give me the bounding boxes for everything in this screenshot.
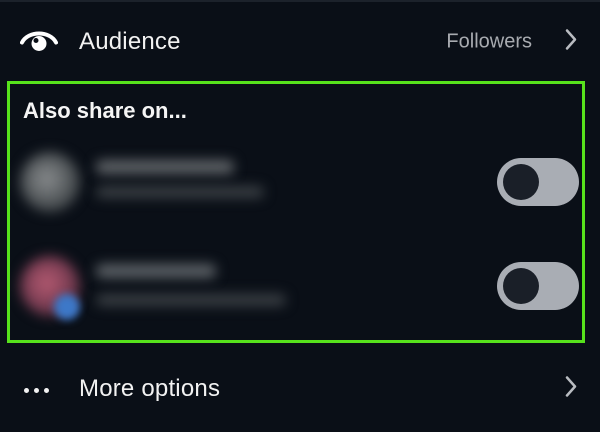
share-toggle[interactable] bbox=[497, 158, 579, 206]
account-name-blurred bbox=[96, 264, 216, 278]
top-divider bbox=[0, 0, 600, 2]
share-account-row[interactable] bbox=[10, 142, 582, 222]
more-options-row[interactable]: More options bbox=[0, 359, 600, 419]
account-badge bbox=[54, 294, 80, 320]
chevron-right-icon bbox=[564, 375, 578, 404]
account-name-blurred bbox=[96, 160, 234, 174]
audience-label: Audience bbox=[79, 28, 181, 55]
audience-row[interactable]: Audience Followers bbox=[0, 12, 600, 72]
toggle-knob bbox=[503, 164, 539, 200]
eye-icon bbox=[20, 25, 58, 60]
account-avatar bbox=[20, 152, 80, 212]
account-subtitle-blurred bbox=[96, 294, 286, 306]
toggle-knob bbox=[503, 268, 539, 304]
also-share-title: Also share on... bbox=[23, 98, 187, 123]
share-account-row[interactable] bbox=[10, 248, 582, 328]
account-subtitle-blurred bbox=[96, 186, 264, 198]
audience-value: Followers bbox=[446, 30, 532, 53]
more-dots-icon bbox=[24, 380, 54, 398]
also-share-section: Also share on... bbox=[7, 81, 585, 343]
chevron-right-icon bbox=[564, 28, 578, 57]
share-toggle[interactable] bbox=[497, 262, 579, 310]
more-options-label: More options bbox=[79, 375, 221, 402]
